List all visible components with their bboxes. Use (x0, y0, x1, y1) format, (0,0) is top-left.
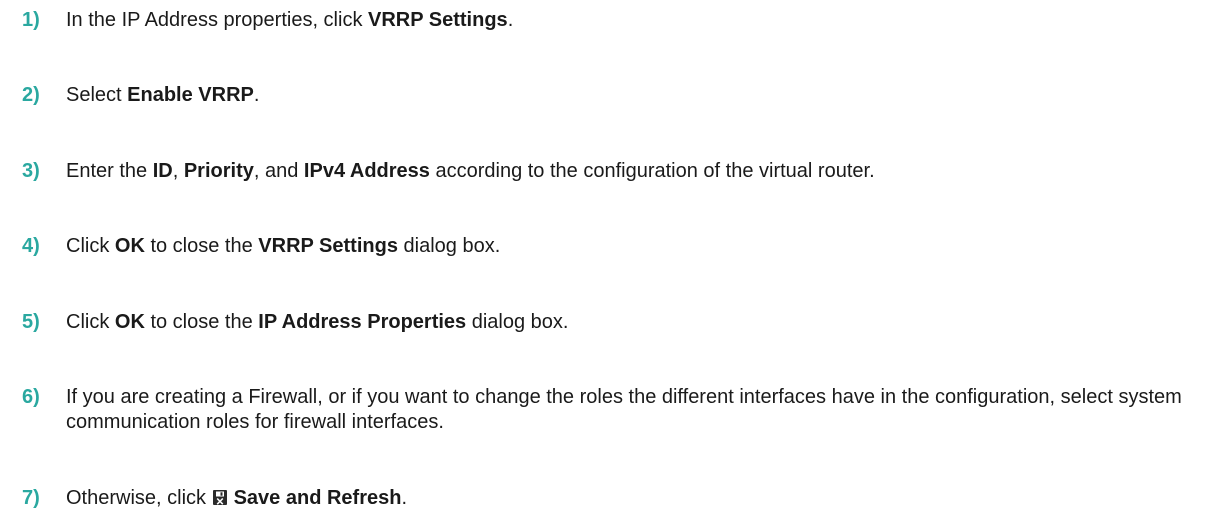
step-number: 2) (22, 84, 40, 106)
step-text-part: Otherwise, click (66, 487, 212, 509)
step-text-part: . (507, 9, 514, 31)
ui-term-save-and-refresh: Save and Refresh (233, 487, 402, 509)
step-number: 1) (22, 9, 40, 31)
step-text: In the IP Address properties, click VRRP… (66, 8, 1202, 33)
step-text: Enter the ID, Priority, and IPv4 Address… (66, 159, 1202, 184)
step-text-part: Select (66, 84, 128, 106)
ui-term-ipv4-address: IPv4 Address (303, 160, 430, 182)
step-number: 6) (22, 386, 40, 408)
step-text-part: Click (66, 235, 115, 257)
step-text-part: to close the (144, 311, 259, 333)
ui-term-vrrp-settings: VRRP Settings (368, 9, 508, 31)
ui-term-id: ID (152, 160, 173, 182)
step-number: 4) (22, 235, 40, 257)
ui-term-ok: OK (114, 311, 145, 333)
step-text: Otherwise, click Save and Refresh. (66, 486, 1202, 513)
step-text-part: , and (253, 160, 304, 182)
step-text-part: Click (66, 311, 115, 333)
step-text-part: to close the (144, 235, 259, 257)
step-number: 7) (22, 487, 40, 509)
step-text-part: . (401, 487, 408, 509)
step-text: Click OK to close the IP Address Propert… (66, 310, 1202, 335)
ui-term-enable-vrrp: Enable VRRP (127, 84, 254, 106)
save-icon (212, 488, 228, 513)
step-text-part: according to the configuration of the vi… (429, 160, 875, 182)
step-text-part: Enter the (66, 160, 153, 182)
step-text-part: dialog box. (466, 311, 569, 333)
step-text-part: , (172, 160, 184, 182)
step-text: Click OK to close the VRRP Settings dial… (66, 234, 1202, 259)
ui-term-vrrp-settings: VRRP Settings (258, 235, 398, 257)
ui-term-ok: OK (114, 235, 145, 257)
step-text-part: dialog box. (397, 235, 501, 257)
procedure-steps: 1) In the IP Address properties, click V… (0, 0, 1222, 519)
step-number: 3) (22, 160, 40, 182)
step-text-part: In the IP Address properties, click (66, 9, 369, 31)
step-text: Select Enable VRRP. (66, 83, 1202, 108)
step-number: 5) (22, 311, 40, 333)
step-text-part: . (253, 84, 260, 106)
step-text: If you are creating a Firewall, or if yo… (66, 386, 1182, 433)
ui-term-priority: Priority (183, 160, 254, 182)
ui-term-ip-address-properties: IP Address Properties (258, 311, 467, 333)
